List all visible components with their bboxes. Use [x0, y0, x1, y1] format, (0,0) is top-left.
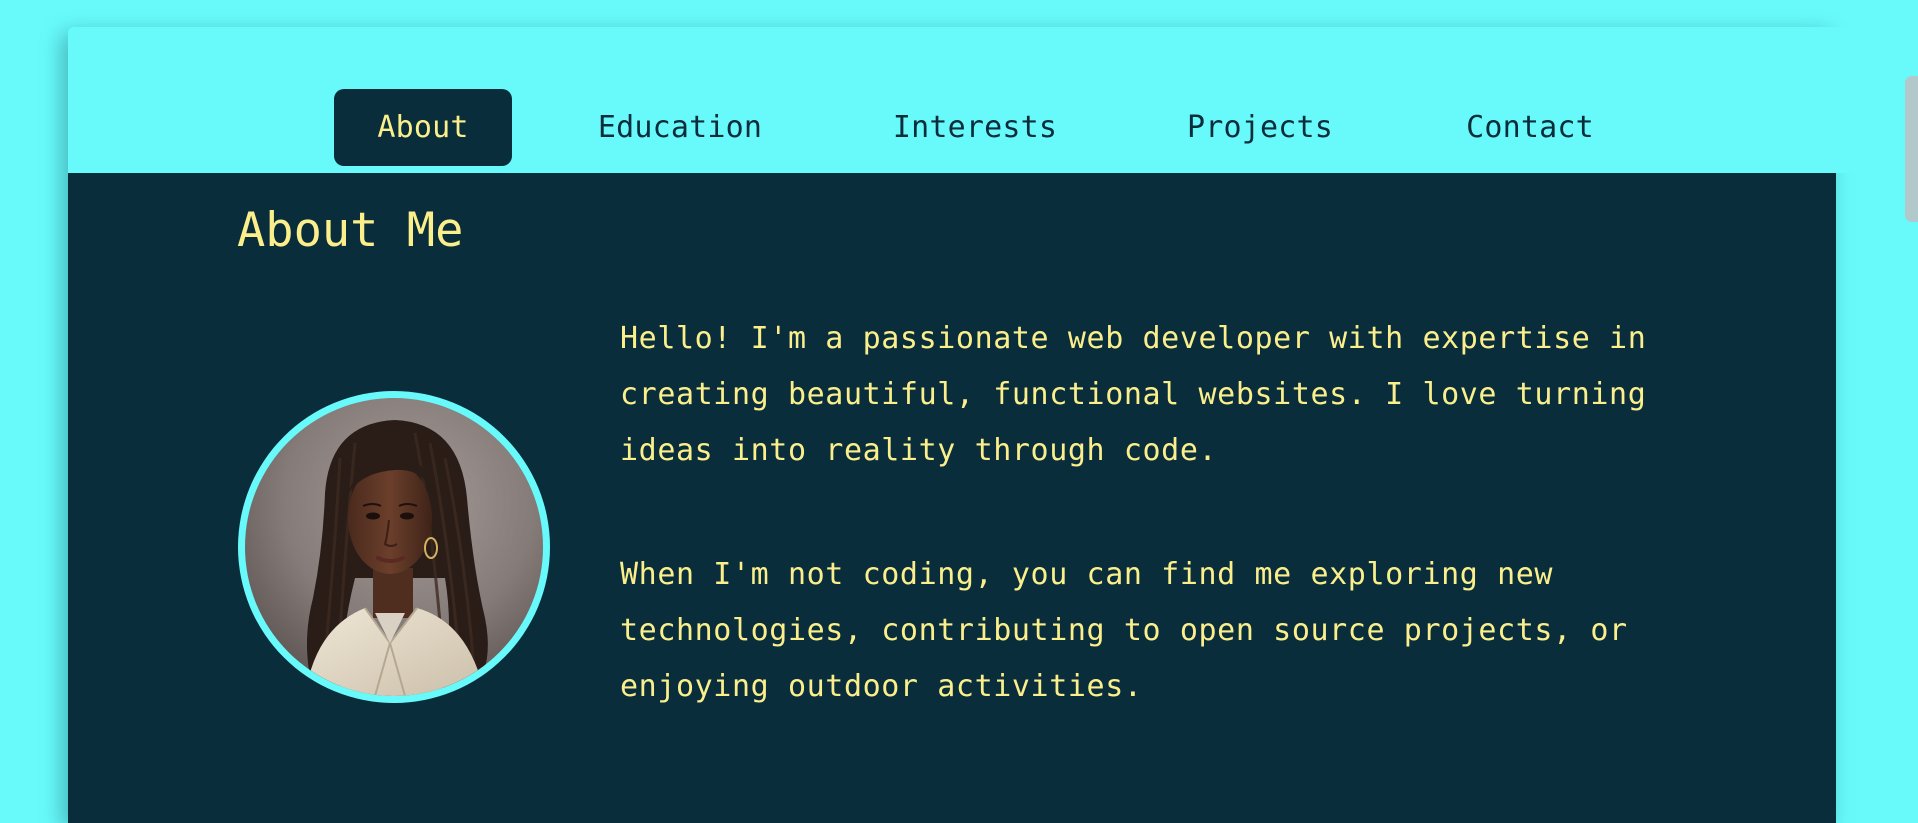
intro-paragraph: Hello! I'm a passionate web developer wi… — [620, 321, 1647, 468]
profile-photo — [245, 398, 543, 696]
nav-tab-education[interactable]: Education — [588, 89, 772, 166]
nav-tab-interests[interactable]: Interests — [883, 89, 1067, 166]
nav-tab-contact[interactable]: Contact — [1455, 89, 1605, 166]
top-navbar: About Education Interests Projects Conta… — [68, 27, 1918, 173]
about-section: About Me Hello! I'm a passionate web dev… — [68, 173, 1836, 823]
nav-tab-about[interactable]: About — [334, 89, 512, 166]
hobbies-paragraph: When I'm not coding, you can find me exp… — [620, 557, 1628, 704]
profile-avatar — [238, 391, 550, 703]
nav-tab-projects[interactable]: Projects — [1178, 89, 1342, 166]
page-scrollbar-thumb[interactable] — [1905, 76, 1918, 222]
portrait-image — [245, 398, 543, 696]
section-heading: About Me — [237, 203, 464, 258]
